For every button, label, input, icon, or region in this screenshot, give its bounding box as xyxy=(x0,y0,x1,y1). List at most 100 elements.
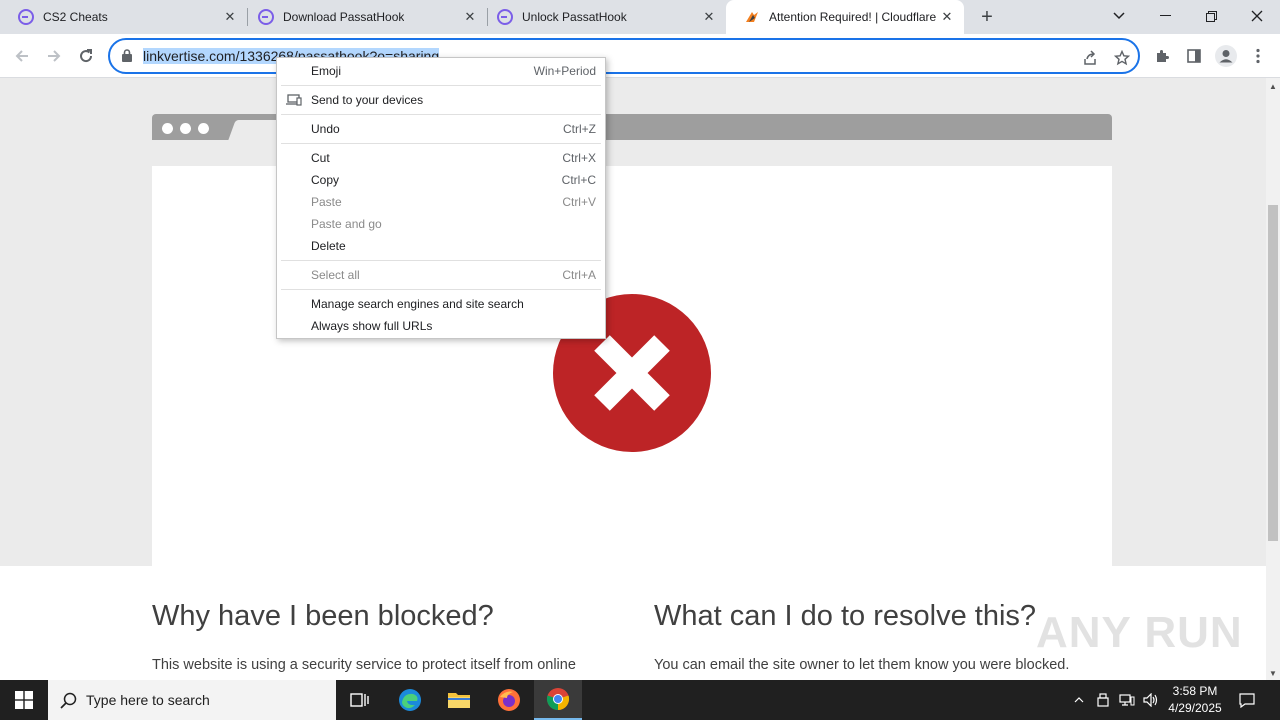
tab-cs2-cheats[interactable]: CS2 Cheats ✕ xyxy=(0,0,247,34)
tray-security-button[interactable] xyxy=(1094,680,1112,720)
back-button[interactable] xyxy=(9,43,35,69)
taskbar-file-explorer[interactable] xyxy=(435,680,483,720)
menu-item-select-all[interactable]: Select all Ctrl+A xyxy=(277,264,605,286)
close-icon[interactable]: ✕ xyxy=(463,9,477,24)
menu-separator xyxy=(281,114,601,115)
forward-button[interactable] xyxy=(41,43,67,69)
menu-item-label: Manage search engines and site search xyxy=(311,297,524,311)
search-icon xyxy=(60,692,77,709)
network-icon xyxy=(1119,694,1135,706)
show-hidden-icons-button[interactable] xyxy=(1070,680,1088,720)
firefox-icon xyxy=(498,689,520,711)
clock-time: 3:58 PM xyxy=(1172,684,1218,698)
close-window-button[interactable] xyxy=(1234,0,1280,32)
menu-item-undo[interactable]: Undo Ctrl+Z xyxy=(277,118,605,140)
menu-separator xyxy=(281,289,601,290)
menu-item-paste-and-go[interactable]: Paste and go xyxy=(277,213,605,235)
restore-icon xyxy=(1205,10,1217,22)
lock-icon[interactable] xyxy=(122,49,132,67)
avatar-icon xyxy=(1215,45,1237,67)
menu-item-shortcut: Ctrl+Z xyxy=(563,122,596,136)
linkvertise-icon xyxy=(497,9,513,25)
profile-button[interactable] xyxy=(1213,43,1239,69)
tab-title: Attention Required! | Cloudflare xyxy=(769,10,937,24)
menu-item-shortcut: Ctrl+X xyxy=(562,151,596,165)
scroll-thumb[interactable] xyxy=(1268,205,1278,541)
puzzle-icon xyxy=(1157,50,1169,62)
menu-item-cut[interactable]: Cut Ctrl+X xyxy=(277,147,605,169)
taskbar-edge[interactable] xyxy=(386,680,434,720)
menu-button[interactable] xyxy=(1245,43,1271,69)
extensions-button[interactable] xyxy=(1149,43,1175,69)
menu-item-emoji[interactable]: Emoji Win+Period xyxy=(277,60,605,82)
notifications-button[interactable] xyxy=(1236,680,1258,720)
tab-title: Download PassatHook xyxy=(283,10,405,24)
tab-attention-required[interactable]: Attention Required! | Cloudflare ✕ xyxy=(726,0,964,34)
volume-button[interactable] xyxy=(1141,680,1161,720)
tab-title: Unlock PassatHook xyxy=(522,10,627,24)
share-icon[interactable] xyxy=(1080,48,1100,68)
taskbar-clock[interactable]: 3:58 PM 4/29/2025 xyxy=(1160,683,1230,717)
taskbar-firefox[interactable] xyxy=(485,680,533,720)
menu-separator xyxy=(281,85,601,86)
address-bar[interactable]: linkvertise.com/1336268/passathook?o=sha… xyxy=(108,38,1140,74)
menu-item-shortcut: Ctrl+V xyxy=(562,195,596,209)
chevron-up-icon xyxy=(1074,697,1084,703)
search-placeholder: Type here to search xyxy=(86,692,210,708)
close-icon[interactable]: ✕ xyxy=(702,9,716,24)
close-icon[interactable]: ✕ xyxy=(223,9,237,24)
menu-item-copy[interactable]: Copy Ctrl+C xyxy=(277,169,605,191)
menu-separator xyxy=(281,143,601,144)
menu-item-paste[interactable]: Paste Ctrl+V xyxy=(277,191,605,213)
close-icon[interactable]: ✕ xyxy=(940,9,954,24)
minimize-icon xyxy=(1159,15,1171,16)
reload-icon xyxy=(80,49,93,63)
menu-separator xyxy=(281,260,601,261)
scroll-up-icon[interactable]: ▲ xyxy=(1269,82,1277,91)
star-icon[interactable] xyxy=(1112,48,1132,68)
scroll-down-icon[interactable]: ▼ xyxy=(1269,669,1277,678)
side-panel-icon xyxy=(1187,49,1201,63)
anyrun-watermark: ANY RUN xyxy=(1036,608,1243,657)
edge-icon xyxy=(399,689,421,711)
task-view-button[interactable] xyxy=(336,680,384,720)
start-button[interactable] xyxy=(0,680,48,720)
reload-button[interactable] xyxy=(73,43,99,69)
windows-logo-icon xyxy=(15,691,33,709)
menu-item-delete[interactable]: Delete xyxy=(277,235,605,257)
restore-button[interactable] xyxy=(1188,0,1234,32)
menu-item-manage-search-engines[interactable]: Manage search engines and site search xyxy=(277,293,605,315)
why-blocked-heading: Why have I been blocked? xyxy=(152,600,494,632)
close-icon xyxy=(1251,10,1263,22)
menu-item-always-show-full-urls[interactable]: Always show full URLs xyxy=(277,315,605,337)
menu-item-label: Send to your devices xyxy=(311,93,424,107)
menu-item-label: Always show full URLs xyxy=(311,319,433,333)
more-vert-icon xyxy=(1256,48,1260,64)
chrome-icon xyxy=(546,688,570,711)
tab-unlock-passathook[interactable]: Unlock PassatHook ✕ xyxy=(479,0,726,34)
menu-item-send-to-devices[interactable]: Send to your devices xyxy=(277,89,605,111)
menu-item-label: Copy xyxy=(311,173,340,187)
tab-download-passathook[interactable]: Download PassatHook ✕ xyxy=(240,0,487,34)
linkvertise-icon xyxy=(258,9,274,25)
tab-search-button[interactable] xyxy=(1096,0,1142,32)
task-view-icon xyxy=(350,693,369,707)
menu-item-label: Select all xyxy=(311,268,360,282)
tab-strip: CS2 Cheats ✕ Download PassatHook ✕ Unloc… xyxy=(0,0,1280,34)
side-panel-button[interactable] xyxy=(1181,43,1207,69)
taskbar-chrome[interactable] xyxy=(534,680,582,720)
minimize-button[interactable] xyxy=(1142,0,1188,32)
page-scrollbar[interactable]: ▲ ▼ xyxy=(1266,78,1280,680)
taskbar-search[interactable]: Type here to search xyxy=(48,680,336,720)
menu-item-label: Emoji xyxy=(311,64,342,78)
cloudflare-icon xyxy=(744,9,760,25)
menu-item-shortcut: Ctrl+C xyxy=(561,173,596,187)
network-button[interactable] xyxy=(1117,680,1137,720)
window-dot xyxy=(198,123,209,134)
tab-title: CS2 Cheats xyxy=(43,10,108,24)
new-tab-button[interactable]: + xyxy=(976,6,998,28)
menu-item-label: Paste xyxy=(311,195,342,209)
chevron-down-icon xyxy=(1113,12,1125,20)
window-dot xyxy=(180,123,191,134)
clock-date: 4/29/2025 xyxy=(1168,701,1222,715)
